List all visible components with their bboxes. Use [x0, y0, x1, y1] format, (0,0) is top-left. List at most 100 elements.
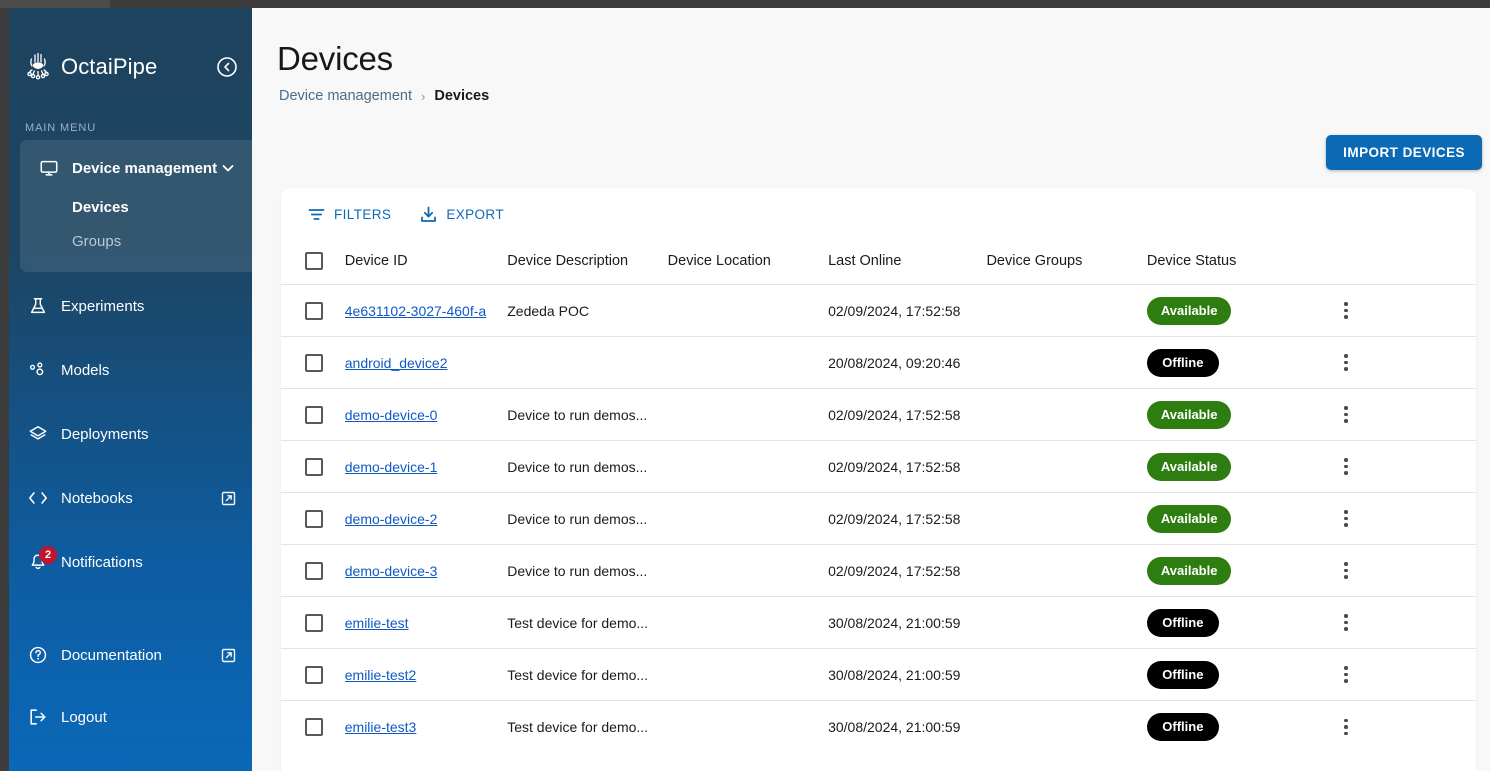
row-select-cell	[281, 388, 345, 441]
device-id-link[interactable]: demo-device-2	[345, 511, 495, 527]
import-devices-button[interactable]: IMPORT DEVICES	[1326, 135, 1482, 170]
export-button[interactable]: EXPORT	[411, 199, 512, 229]
column-device-id[interactable]: Device ID	[345, 240, 507, 285]
breadcrumb-parent-link[interactable]: Device management	[279, 88, 412, 104]
cell-last-online: 02/09/2024, 17:52:58	[828, 388, 987, 441]
flask-icon	[27, 295, 49, 317]
row-checkbox[interactable]	[305, 405, 323, 424]
sidebar-item-experiments[interactable]: Experiments	[9, 284, 252, 328]
device-description-text: Test device for demo...	[507, 718, 649, 735]
sidebar-subitem-label: Devices	[72, 198, 129, 216]
cell-last-online: 02/09/2024, 17:52:58	[828, 284, 987, 337]
select-all-checkbox[interactable]	[305, 252, 323, 270]
logout-icon	[27, 706, 49, 728]
device-id-link[interactable]: 4e631102-3027-460f-a	[345, 303, 495, 319]
cell-device-id: emilie-test	[344, 596, 508, 649]
row-checkbox[interactable]	[305, 717, 323, 736]
kebab-menu-icon[interactable]	[1332, 661, 1360, 689]
row-checkbox[interactable]	[305, 665, 323, 684]
octopus-logo-icon	[25, 52, 53, 82]
breadcrumb-current: Devices	[434, 88, 490, 104]
row-checkbox[interactable]	[305, 353, 323, 372]
kebab-menu-icon[interactable]	[1332, 297, 1360, 325]
table-row[interactable]: demo-device-3 Device to run demos... 02/09…	[281, 544, 1476, 597]
device-id-link[interactable]: demo-device-0	[345, 407, 495, 423]
status-badge: Available	[1146, 296, 1232, 325]
kebab-menu-icon[interactable]	[1332, 557, 1360, 585]
device-description-text: Device to run demos...	[507, 406, 648, 423]
cell-row-actions	[1331, 700, 1476, 753]
status-badge: Offline	[1146, 660, 1219, 689]
cell-device-location	[667, 284, 829, 337]
column-last-online[interactable]: Last Online	[828, 240, 986, 285]
cell-device-location	[667, 388, 829, 441]
sidebar-item-label: Device management	[72, 159, 218, 177]
table-row[interactable]: demo-device-1 Device to run demos... 02/09…	[281, 440, 1476, 493]
sidebar-item-logout[interactable]: Logout	[9, 695, 252, 739]
browser-chrome-strip	[0, 0, 1490, 8]
table-row[interactable]: demo-device-2 Device to run demos... 02/09…	[281, 492, 1476, 545]
cell-device-description	[507, 336, 668, 389]
device-id-link[interactable]: demo-device-3	[345, 563, 495, 579]
cell-device-status: Available	[1146, 544, 1332, 597]
kebab-menu-icon[interactable]	[1332, 453, 1360, 481]
cell-device-id: demo-device-1	[344, 440, 508, 493]
table-row[interactable]: 4e631102-3027-460f-a Zededa POC 02/09/2024…	[281, 284, 1476, 337]
chevron-down-icon[interactable]	[220, 160, 236, 176]
row-checkbox[interactable]	[305, 509, 323, 528]
table-row[interactable]: android_device2 20/08/2024, 09:20:46 Offli…	[281, 336, 1476, 389]
sidebar-item-groups[interactable]: Groups	[20, 224, 252, 258]
row-checkbox[interactable]	[305, 561, 323, 580]
device-id-link[interactable]: emilie-test3	[345, 719, 495, 735]
collapse-arrow-left-icon[interactable]	[216, 56, 238, 78]
row-checkbox[interactable]	[305, 457, 323, 476]
breadcrumb-separator-icon: ›	[421, 88, 426, 104]
table-row[interactable]: demo-device-0 Device to run demos... 02/09…	[281, 388, 1476, 441]
device-id-link[interactable]: demo-device-1	[345, 459, 495, 475]
column-device-description[interactable]: Device Description	[507, 240, 667, 285]
cell-device-id: 4e631102-3027-460f-a	[344, 284, 508, 337]
sidebar-item-models[interactable]: Models	[9, 348, 252, 392]
column-device-status[interactable]: Device Status	[1147, 240, 1332, 285]
column-device-location[interactable]: Device Location	[668, 240, 828, 285]
row-checkbox[interactable]	[305, 613, 323, 632]
sidebar-item-label: Notifications	[61, 553, 143, 571]
cell-device-location	[667, 544, 829, 597]
row-checkbox[interactable]	[305, 301, 323, 320]
device-id-link[interactable]: emilie-test2	[345, 667, 495, 683]
kebab-menu-icon[interactable]	[1332, 401, 1360, 429]
kebab-menu-icon[interactable]	[1332, 713, 1360, 741]
sidebar-item-label: Deployments	[61, 425, 149, 443]
table-header-row: Device ID Device Description Device Loca…	[281, 240, 1476, 285]
device-id-link[interactable]: emilie-test	[345, 615, 495, 631]
devices-table-head: Device ID Device Description Device Loca…	[281, 240, 1476, 285]
sidebar-item-notebooks[interactable]: Notebooks	[9, 476, 252, 520]
kebab-menu-icon[interactable]	[1332, 349, 1360, 377]
filters-button[interactable]: FILTERS	[299, 199, 399, 229]
table-row[interactable]: emilie-test Test device for demo... 30/08/…	[281, 596, 1476, 649]
cell-last-online: 02/09/2024, 17:52:58	[828, 544, 987, 597]
sidebar-item-notifications[interactable]: 2 Notifications	[9, 540, 252, 584]
layers-icon	[27, 423, 49, 445]
cell-device-id: emilie-test3	[344, 700, 508, 753]
cell-device-description: Device to run demos...	[507, 388, 668, 441]
sidebar-item-devices[interactable]: Devices	[20, 190, 252, 224]
sidebar-item-documentation[interactable]: Documentation	[9, 633, 252, 677]
cell-device-groups	[986, 544, 1147, 597]
last-online-text: 30/08/2024, 21:00:59	[828, 718, 961, 735]
table-row[interactable]: emilie-test3 Test device for demo... 30/08…	[281, 700, 1476, 753]
sidebar-item-device-management[interactable]: Device management	[20, 146, 252, 190]
device-description-text: Zededa POC	[507, 302, 589, 319]
cell-row-actions	[1331, 596, 1476, 649]
table-row[interactable]: emilie-test2 Test device for demo... 30/08…	[281, 648, 1476, 701]
kebab-menu-icon[interactable]	[1332, 609, 1360, 637]
breadcrumb: Device management › Devices	[279, 88, 489, 104]
column-device-groups[interactable]: Device Groups	[986, 240, 1146, 285]
cell-last-online: 02/09/2024, 17:52:58	[828, 492, 987, 545]
cell-row-actions	[1331, 492, 1476, 545]
status-badge: Offline	[1146, 348, 1219, 377]
cell-last-online: 20/08/2024, 09:20:46	[828, 336, 987, 389]
kebab-menu-icon[interactable]	[1332, 505, 1360, 533]
device-id-link[interactable]: android_device2	[345, 355, 495, 371]
sidebar-item-deployments[interactable]: Deployments	[9, 412, 252, 456]
